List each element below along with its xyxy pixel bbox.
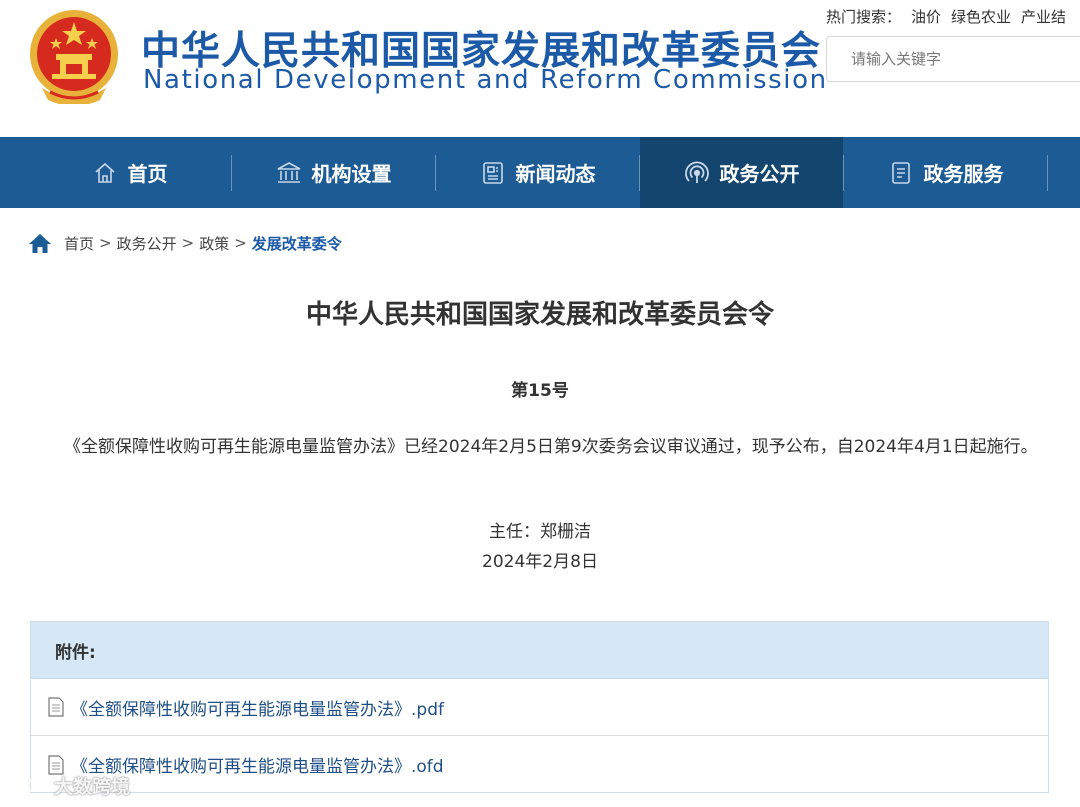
nav-item-label: 机构设置 [311,162,392,186]
attachments-heading: 附件: [31,622,1048,679]
document-icon [888,160,914,186]
breadcrumb-current[interactable]: 发展改革委令 [252,233,342,254]
national-emblem-logo [30,10,118,104]
broadcast-icon [684,160,710,186]
watermark-logo-icon [10,776,47,792]
home-icon[interactable] [28,232,52,254]
document-title: 中华人民共和国国家发展和改革委员会令 [305,300,774,330]
nav-item-services[interactable]: 政务服务 [844,137,1047,208]
site-title-english: National Development and Reform Commissi… [143,65,828,95]
attachment-name: 《全额保障性收购可再生能源电量监管办法》.pdf [71,699,444,720]
search-box [826,36,1080,82]
nav-item-home[interactable]: 首页 [28,137,231,208]
watermark: 大数跨境 [8,772,130,799]
nav-divider [1047,154,1048,191]
breadcrumb-separator: > [234,234,247,252]
watermark-text: 大数跨境 [54,776,131,798]
attachment-link[interactable]: 《全额保障性收购可再生能源电量监管办法》.ofd [31,736,1048,793]
nav-item-organization[interactable]: 机构设置 [232,137,435,208]
hot-search-item[interactable]: 产业结 [1021,8,1066,26]
hot-search: 热门搜索： 油价 绿色农业 产业结 [826,6,1076,27]
breadcrumb-separator: > [99,234,112,252]
search-input[interactable] [827,37,1067,81]
breadcrumb-link[interactable]: 政务公开 [117,233,177,254]
signature-date: 2024年2月8日 [482,552,598,572]
nav-item-label: 政务服务 [923,162,1004,186]
breadcrumb-link[interactable]: 政策 [199,233,229,254]
attachment-link[interactable]: 《全额保障性收购可再生能源电量监管办法》.pdf [31,679,1048,736]
nav-item-government-affairs[interactable]: 政务公开 [640,137,843,208]
attachments-panel: 附件: 《全额保障性收购可再生能源电量监管办法》.pdf 《全额保障性收购可再生… [30,621,1049,793]
home-icon [92,160,118,186]
document-number: 第15号 [511,381,569,401]
breadcrumb-link[interactable]: 首页 [64,233,94,254]
nav-item-label: 政务公开 [719,162,800,186]
breadcrumb-separator: > [181,234,195,252]
signer: 主任：郑栅洁 [489,522,591,542]
hot-search-item[interactable]: 油价 [911,8,941,26]
nav-item-news[interactable]: 新闻动态 [436,137,639,208]
document-body: 《全额保障性收购可再生能源电量监管办法》已经2024年2月5日第9次委务会议审议… [64,437,1038,457]
building-icon [276,160,302,186]
hot-search-label: 热门搜索： [826,8,902,26]
hot-search-item[interactable]: 绿色农业 [951,8,1011,26]
newspaper-icon [480,160,506,186]
main-nav: 首页 机构设置 新闻动态 政务公开 政务服务 [0,137,1080,208]
file-icon [48,697,64,717]
site-header: 中华人民共和国国家发展和改革委员会 National Development a… [0,0,1080,137]
nav-item-label: 新闻动态 [515,162,596,186]
document-signature: 主任：郑栅洁 2024年2月8日 [0,517,1080,577]
breadcrumb: 首页 > 政务公开 > 政策 > 发展改革委令 [28,232,342,254]
nav-item-label: 首页 [127,162,168,186]
